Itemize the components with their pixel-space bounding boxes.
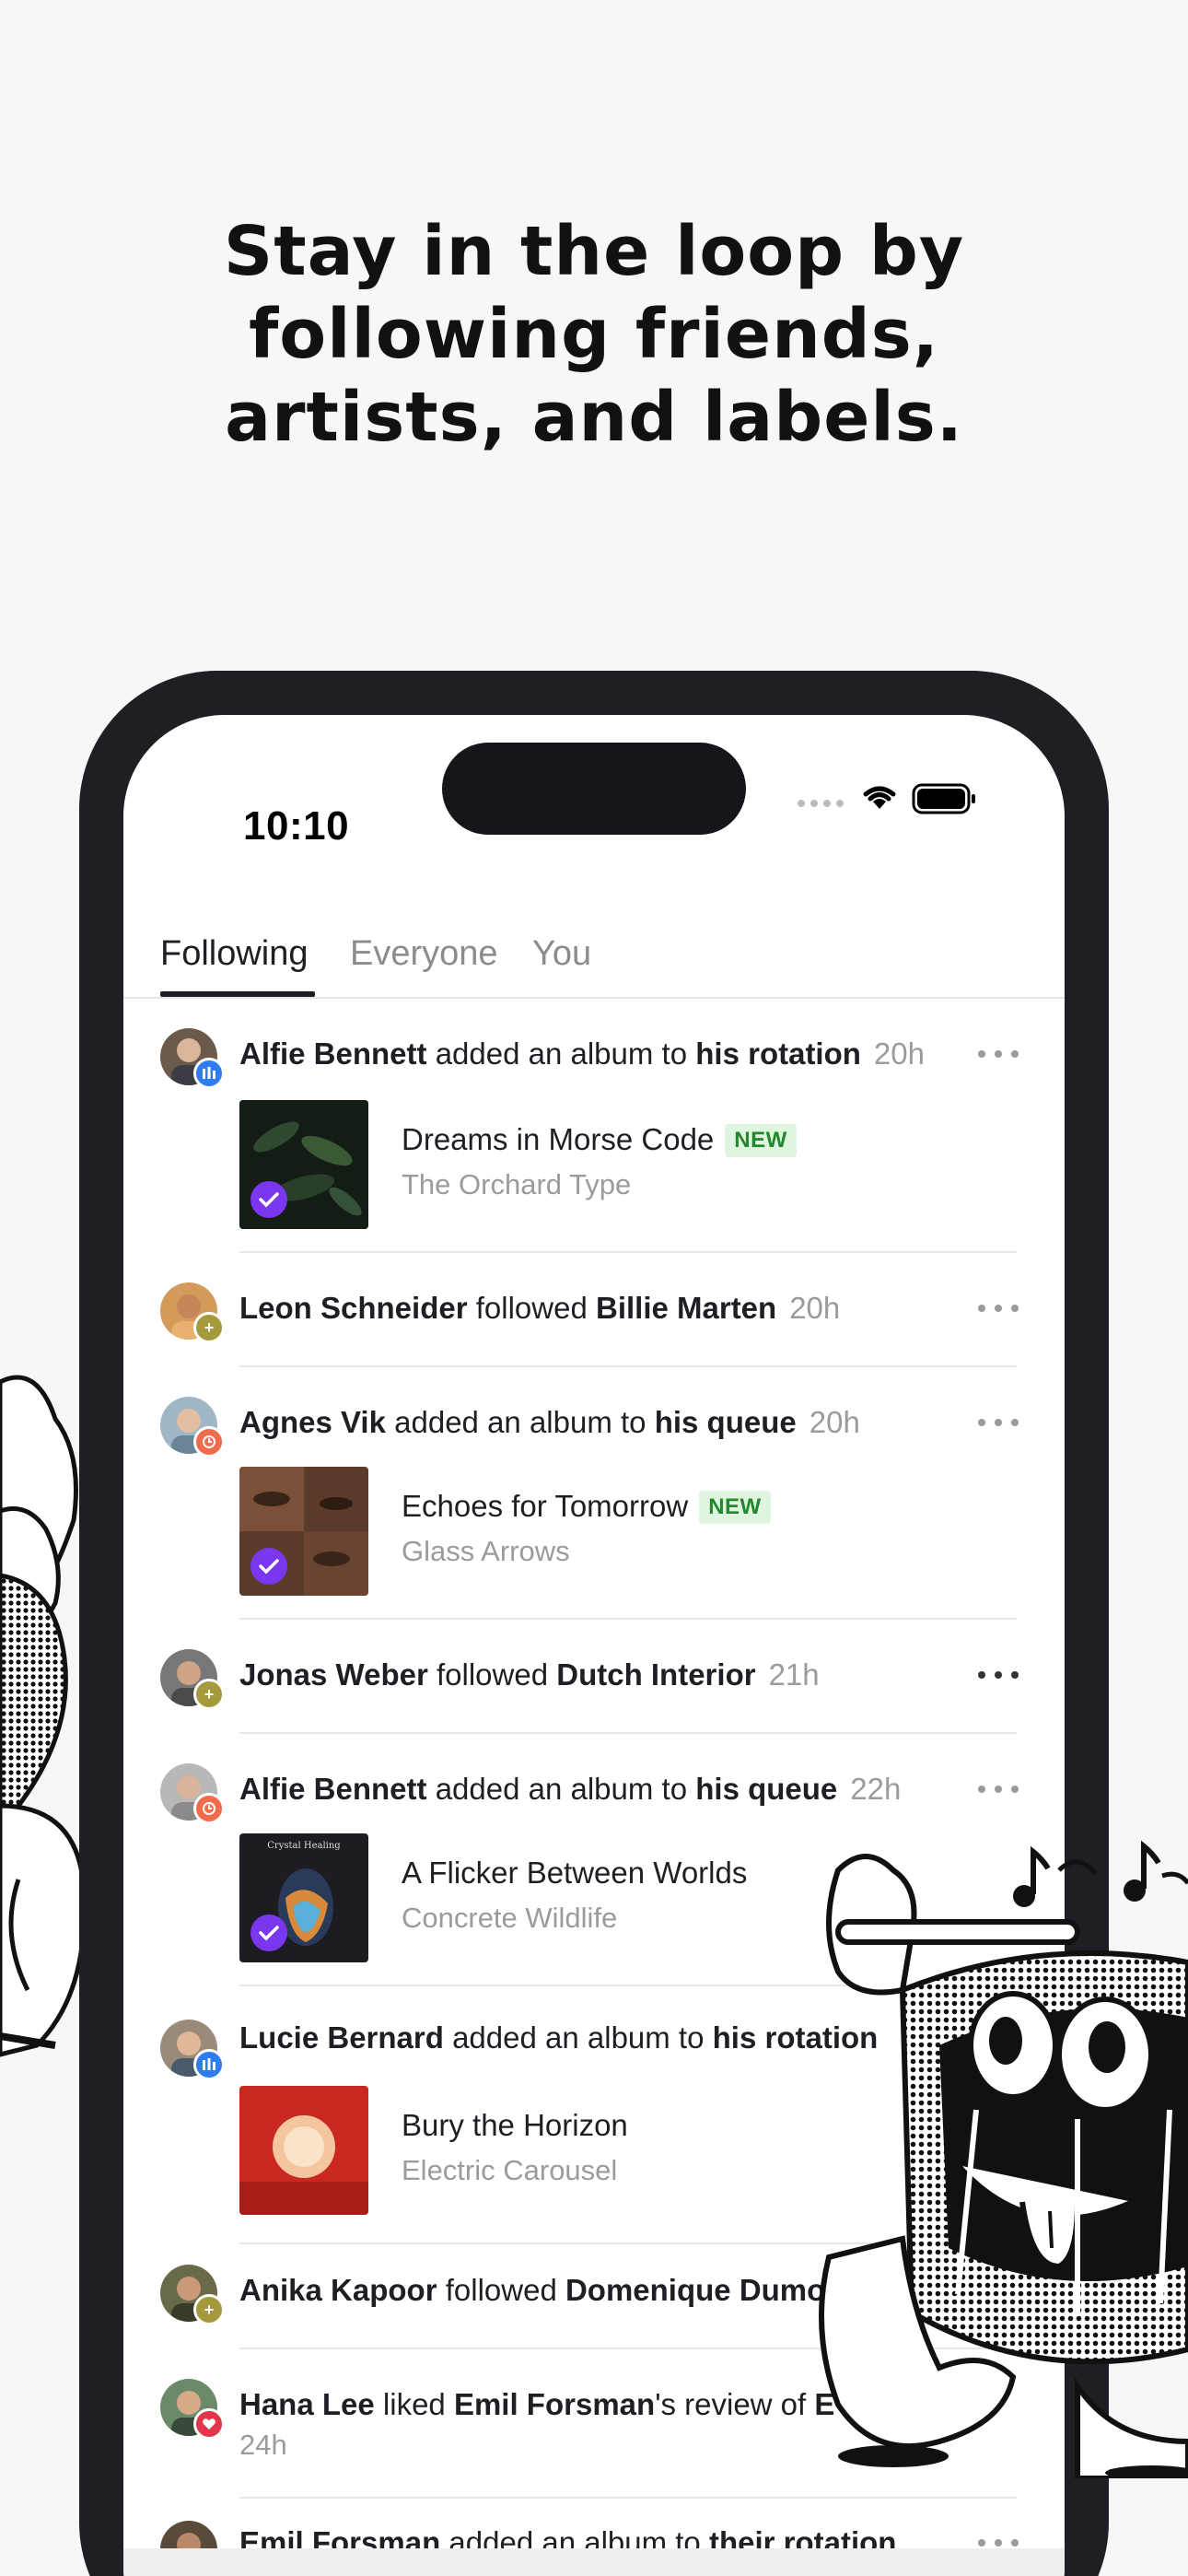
activity-target[interactable]: Emil Forsman (454, 2387, 655, 2421)
more-options-button[interactable] (978, 1417, 1019, 1428)
more-options-button[interactable] (978, 2537, 1019, 2548)
activity-verb: liked (382, 2387, 446, 2421)
queue-clock-icon (193, 1793, 225, 1824)
activity-target[interactable]: his rotation (695, 1036, 861, 1071)
timestamp: 20h (873, 1036, 925, 1071)
activity-target[interactable]: Billie Marten (596, 1291, 776, 1325)
album-artist[interactable]: Electric Carousel (402, 2154, 617, 2187)
divider (239, 1618, 1017, 1620)
tab-everyone[interactable]: Everyone (350, 934, 498, 974)
status-time: 10:10 (243, 803, 350, 849)
new-badge: NEW (725, 1124, 797, 1157)
cover-text: Crystal Healing (267, 1841, 341, 1851)
activity-verb: added an album to (435, 1772, 688, 1806)
checkmark-icon (250, 1548, 287, 1585)
activity-text: Jonas Weber followed Dutch Interior 21h (239, 1655, 967, 1695)
user-name[interactable]: Alfie Bennett (239, 1772, 427, 1806)
timestamp: 20h (809, 1405, 860, 1439)
bottom-bar (123, 2548, 1065, 2576)
follow-badge-icon: + (193, 1312, 225, 1343)
activity-verb: added an album to (394, 1405, 646, 1439)
headline-line-1: Stay in the loop by (223, 212, 965, 291)
album-title[interactable]: Dreams in Morse Code NEW (402, 1122, 797, 1157)
activity-target[interactable]: Dutch Interior (556, 1657, 755, 1692)
divider (239, 1732, 1017, 1734)
headline: Stay in the loop by following friends, a… (0, 210, 1188, 459)
horizon-artwork (239, 2086, 368, 2215)
rotation-badge-icon (193, 2049, 225, 2080)
more-options-button[interactable] (978, 1784, 1019, 1795)
album-title[interactable]: Echoes for Tomorrow NEW (402, 1489, 771, 1524)
activity-verb: added an album to (435, 1036, 688, 1071)
activity-target[interactable]: his queue (655, 1405, 797, 1439)
checkmark-icon (250, 1181, 287, 1218)
headline-line-2: following friends, (249, 295, 939, 374)
activity-text: Alfie Bennett added an album to his queu… (239, 1769, 967, 1809)
timestamp: 24h (239, 2429, 287, 2461)
album-title[interactable]: Bury the Horizon (402, 2108, 628, 2143)
album-cover[interactable]: Crystal Healing (239, 1833, 368, 1962)
album-artist[interactable]: Concrete Wildlife (402, 1902, 617, 1935)
activity-suffix: 's review of (655, 2387, 807, 2421)
checkmark-icon (250, 1914, 287, 1951)
more-options-button[interactable] (978, 1669, 1019, 1680)
album-cover[interactable] (239, 1100, 368, 1229)
timestamp: 22h (850, 1772, 902, 1806)
user-name[interactable]: Jonas Weber (239, 1657, 428, 1692)
divider (239, 1365, 1017, 1367)
divider (239, 2497, 1017, 2499)
signal-icon (798, 800, 844, 807)
activity-verb: added an album to (452, 2020, 705, 2055)
tab-you[interactable]: You (532, 934, 591, 974)
divider (239, 1251, 1017, 1253)
activity-text: Agnes Vik added an album to his queue 20h (239, 1402, 967, 1443)
drum-character-illustration (819, 1840, 1188, 2478)
music-note-icon (1013, 1840, 1188, 1907)
tab-following[interactable]: Following (160, 934, 309, 974)
battery-icon (912, 783, 975, 814)
album-artist[interactable]: Glass Arrows (402, 1535, 570, 1568)
activity-verb: followed (445, 2273, 557, 2307)
timestamp: 21h (768, 1657, 820, 1692)
user-name[interactable]: Anika Kapoor (239, 2273, 437, 2307)
queue-clock-icon (193, 1426, 225, 1458)
feed-tabs: Following Everyone You (123, 888, 1065, 999)
active-tab-indicator (160, 991, 315, 997)
user-name[interactable]: Lucie Bernard (239, 2020, 444, 2055)
album-title[interactable]: A Flicker Between Worlds (402, 1856, 747, 1891)
follow-badge-icon: + (193, 2294, 225, 2325)
activity-verb: followed (475, 1291, 588, 1325)
user-name[interactable]: Hana Lee (239, 2387, 375, 2421)
user-name[interactable]: Agnes Vik (239, 1405, 386, 1439)
album-cover[interactable] (239, 1467, 368, 1596)
activity-verb: followed (436, 1657, 549, 1692)
activity-target[interactable]: his queue (695, 1772, 837, 1806)
more-options-button[interactable] (978, 1303, 1019, 1314)
dynamic-island (442, 743, 746, 835)
activity-text: Alfie Bennett added an album to his rota… (239, 1034, 967, 1074)
more-options-button[interactable] (978, 1048, 1019, 1060)
new-badge: NEW (699, 1491, 771, 1524)
follow-badge-icon: + (193, 1679, 225, 1710)
wifi-icon (863, 786, 896, 809)
user-name[interactable]: Leon Schneider (239, 1291, 468, 1325)
headline-line-3: artists, and labels. (225, 378, 963, 457)
album-artist[interactable]: The Orchard Type (402, 1168, 631, 1201)
heart-icon (193, 2408, 225, 2440)
user-name[interactable]: Alfie Bennett (239, 1036, 427, 1071)
timestamp: 20h (789, 1291, 841, 1325)
rotation-badge-icon (193, 1058, 225, 1089)
activity-text: Leon Schneider followed Billie Marten 20h (239, 1288, 967, 1329)
album-cover[interactable] (239, 2086, 368, 2215)
